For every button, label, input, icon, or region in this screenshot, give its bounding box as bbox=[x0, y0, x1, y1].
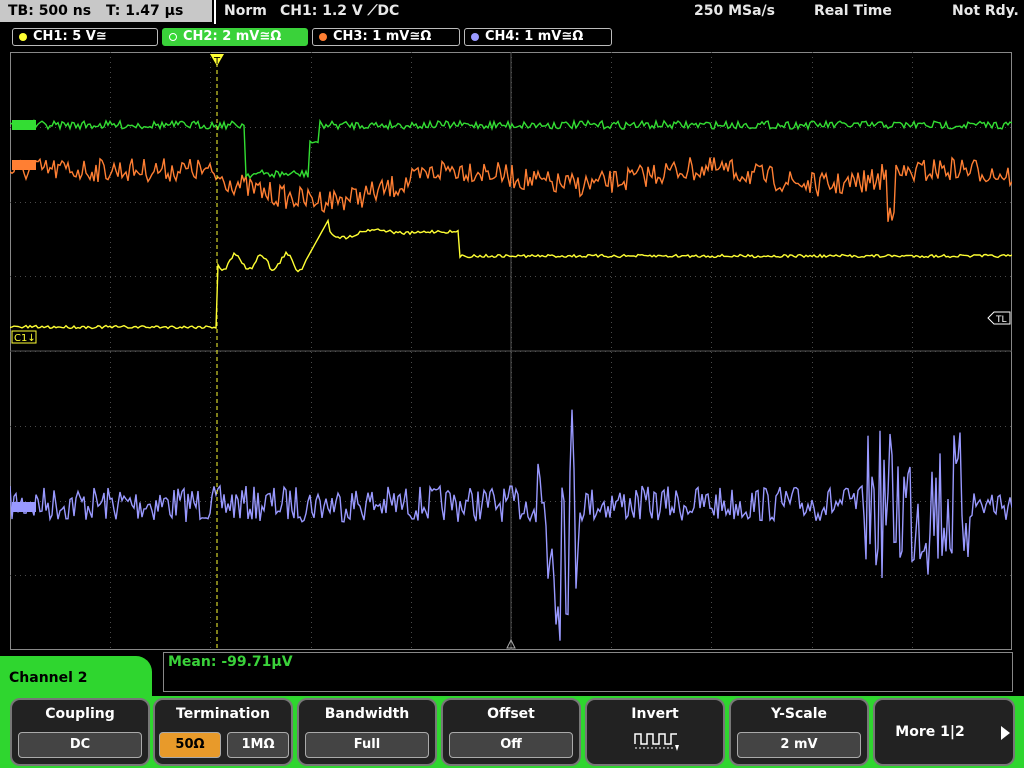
ch4-dot-icon bbox=[471, 33, 479, 41]
next-page-arrow-icon bbox=[1001, 726, 1010, 740]
offset-title: Offset bbox=[487, 706, 535, 722]
tab-ch2[interactable]: CH2: 2 mV≅Ω bbox=[162, 28, 308, 46]
tab-ch1[interactable]: CH1: 5 V≅ bbox=[12, 28, 158, 46]
more-title: More 1|2 bbox=[895, 724, 965, 740]
waveform-display[interactable]: T C1↓ TL bbox=[10, 52, 1012, 650]
tab-ch4[interactable]: CH4: 1 mV≅Ω bbox=[464, 28, 612, 46]
invert-softkey[interactable]: Invert bbox=[585, 698, 725, 766]
ch2-level-marker[interactable] bbox=[12, 120, 36, 130]
tab-ch3-label: CH3: 1 mV≅Ω bbox=[333, 29, 432, 44]
ch2-dot-icon bbox=[169, 33, 177, 41]
termination-softkey[interactable]: Termination 50Ω 1MΩ bbox=[153, 698, 293, 766]
termination-1m-option[interactable]: 1MΩ bbox=[227, 732, 289, 758]
tab-ch3[interactable]: CH3: 1 mV≅Ω bbox=[312, 28, 460, 46]
timebase: TB: 500 ns bbox=[8, 3, 92, 19]
invert-title: Invert bbox=[631, 706, 679, 722]
more-softkey[interactable]: More 1|2 bbox=[873, 698, 1015, 766]
bandwidth-value[interactable]: Full bbox=[305, 732, 429, 758]
ch3-dot-icon bbox=[319, 33, 327, 41]
y-scale-softkey[interactable]: Y-Scale 2 mV bbox=[729, 698, 869, 766]
menu-title: Channel 2 bbox=[0, 656, 152, 700]
ch1-dot-icon bbox=[19, 33, 27, 41]
acquisition-mode: Real Time bbox=[814, 3, 892, 19]
trigger-marker-label: T bbox=[213, 56, 221, 67]
termination-50-option[interactable]: 50Ω bbox=[159, 732, 221, 758]
sample-rate: 250 MSa/s bbox=[694, 3, 776, 19]
coupling-softkey[interactable]: Coupling DC bbox=[10, 698, 150, 766]
offset-softkey[interactable]: Offset Off bbox=[441, 698, 581, 766]
ch3-level-marker[interactable] bbox=[12, 160, 36, 170]
coupling-title: Coupling bbox=[45, 706, 115, 722]
acquisition-state: Not Rdy. bbox=[952, 3, 1019, 19]
bandwidth-title: Bandwidth bbox=[324, 706, 410, 722]
ch1-level-marker[interactable]: C1↓ bbox=[11, 330, 37, 344]
ch4-level-marker[interactable] bbox=[12, 502, 36, 512]
invert-waveform-icon bbox=[634, 733, 679, 751]
trigger-level-label: TL bbox=[995, 315, 1007, 325]
coupling-value[interactable]: DC bbox=[18, 732, 142, 758]
offset-value[interactable]: Off bbox=[449, 732, 573, 758]
timebase-box[interactable]: TB: 500 ns T: 1.47 µs bbox=[0, 0, 212, 22]
trigger-mode[interactable]: Norm bbox=[224, 0, 267, 22]
termination-title: Termination bbox=[176, 706, 270, 722]
status-separator bbox=[214, 0, 216, 24]
mean-measurement: Mean: -99.71µV bbox=[168, 654, 293, 670]
trigger-setting[interactable]: CH1: 1.2 V ⟋DC bbox=[280, 0, 399, 22]
ch1-level-label: C1↓ bbox=[14, 333, 36, 344]
tab-ch1-label: CH1: 5 V≅ bbox=[33, 29, 107, 44]
y-scale-title: Y-Scale bbox=[770, 706, 827, 722]
status-bar: TB: 500 ns T: 1.47 µs Norm CH1: 1.2 V ⟋D… bbox=[0, 0, 1024, 26]
bandwidth-softkey[interactable]: Bandwidth Full bbox=[297, 698, 437, 766]
tab-ch4-label: CH4: 1 mV≅Ω bbox=[485, 29, 584, 44]
y-scale-value[interactable]: 2 mV bbox=[737, 732, 861, 758]
tab-ch2-label: CH2: 2 mV≅Ω bbox=[183, 29, 282, 44]
trigger-time: T: 1.47 µs bbox=[105, 3, 184, 19]
